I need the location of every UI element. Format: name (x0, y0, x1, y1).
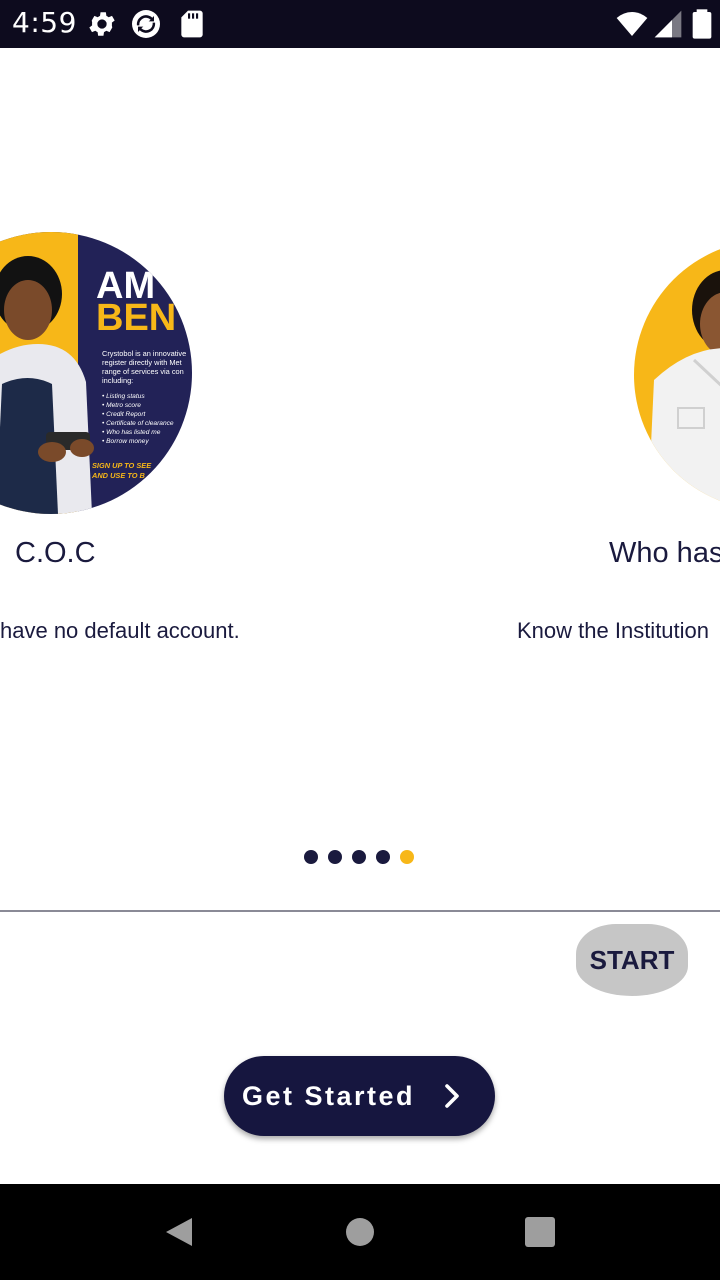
svg-text:• Credit Report: • Credit Report (102, 411, 147, 418)
svg-text:including:: including: (102, 376, 133, 385)
sync-icon (132, 10, 160, 38)
svg-text:AND USE TO B: AND USE TO B (91, 471, 145, 480)
slide-description: Know the Institution (517, 618, 710, 643)
slide-coc-image: AM BEN Crystobol is an innovative regist… (0, 232, 192, 514)
sd-card-icon (181, 10, 203, 38)
onboarding-carousel[interactable]: AM BEN Crystobol is an innovative regist… (0, 48, 720, 828)
page-dot[interactable] (328, 850, 342, 864)
page-indicator (304, 850, 414, 866)
svg-text:register directly with Met: register directly with Met (102, 358, 182, 367)
signal-icon (654, 10, 682, 38)
svg-text:• Metro score: • Metro score (102, 402, 141, 409)
home-icon[interactable] (346, 1218, 374, 1246)
svg-text:• Listing status: • Listing status (102, 393, 145, 400)
slide-title: Who has (609, 537, 720, 569)
get-started-button[interactable]: Get Started (224, 1056, 495, 1136)
start-button[interactable]: START (576, 924, 688, 996)
settings-gear-icon (89, 12, 115, 36)
back-icon[interactable] (164, 1216, 194, 1248)
svg-text:Crystobol is an innovative: Crystobol is an innovative (102, 349, 186, 358)
svg-text:BEN: BEN (96, 297, 176, 339)
page-dot[interactable] (376, 850, 390, 864)
battery-icon (692, 9, 712, 39)
recent-apps-icon[interactable] (525, 1217, 555, 1247)
svg-text:range of services via con: range of services via con (102, 367, 184, 376)
svg-text:• Certificate of clearance: • Certificate of clearance (102, 420, 174, 427)
status-time: 4:59 (12, 6, 77, 39)
divider (0, 910, 720, 912)
slide-description: have no default account. (0, 618, 240, 643)
wifi-icon (616, 12, 648, 36)
page-dot-active[interactable] (400, 850, 414, 864)
svg-text:• Borrow money: • Borrow money (102, 438, 149, 445)
get-started-label: Get Started (242, 1080, 416, 1111)
chevron-right-icon (445, 1084, 459, 1108)
page-dot[interactable] (304, 850, 318, 864)
svg-text:• Who has listed me: • Who has listed me (102, 429, 161, 436)
slide-title: C.O.C (15, 537, 96, 569)
page-dot[interactable] (352, 850, 366, 864)
slide-who-has-image (634, 240, 720, 510)
svg-text:SIGN UP TO SEE: SIGN UP TO SEE (92, 461, 152, 470)
status-bar: 4:59 (0, 0, 720, 48)
